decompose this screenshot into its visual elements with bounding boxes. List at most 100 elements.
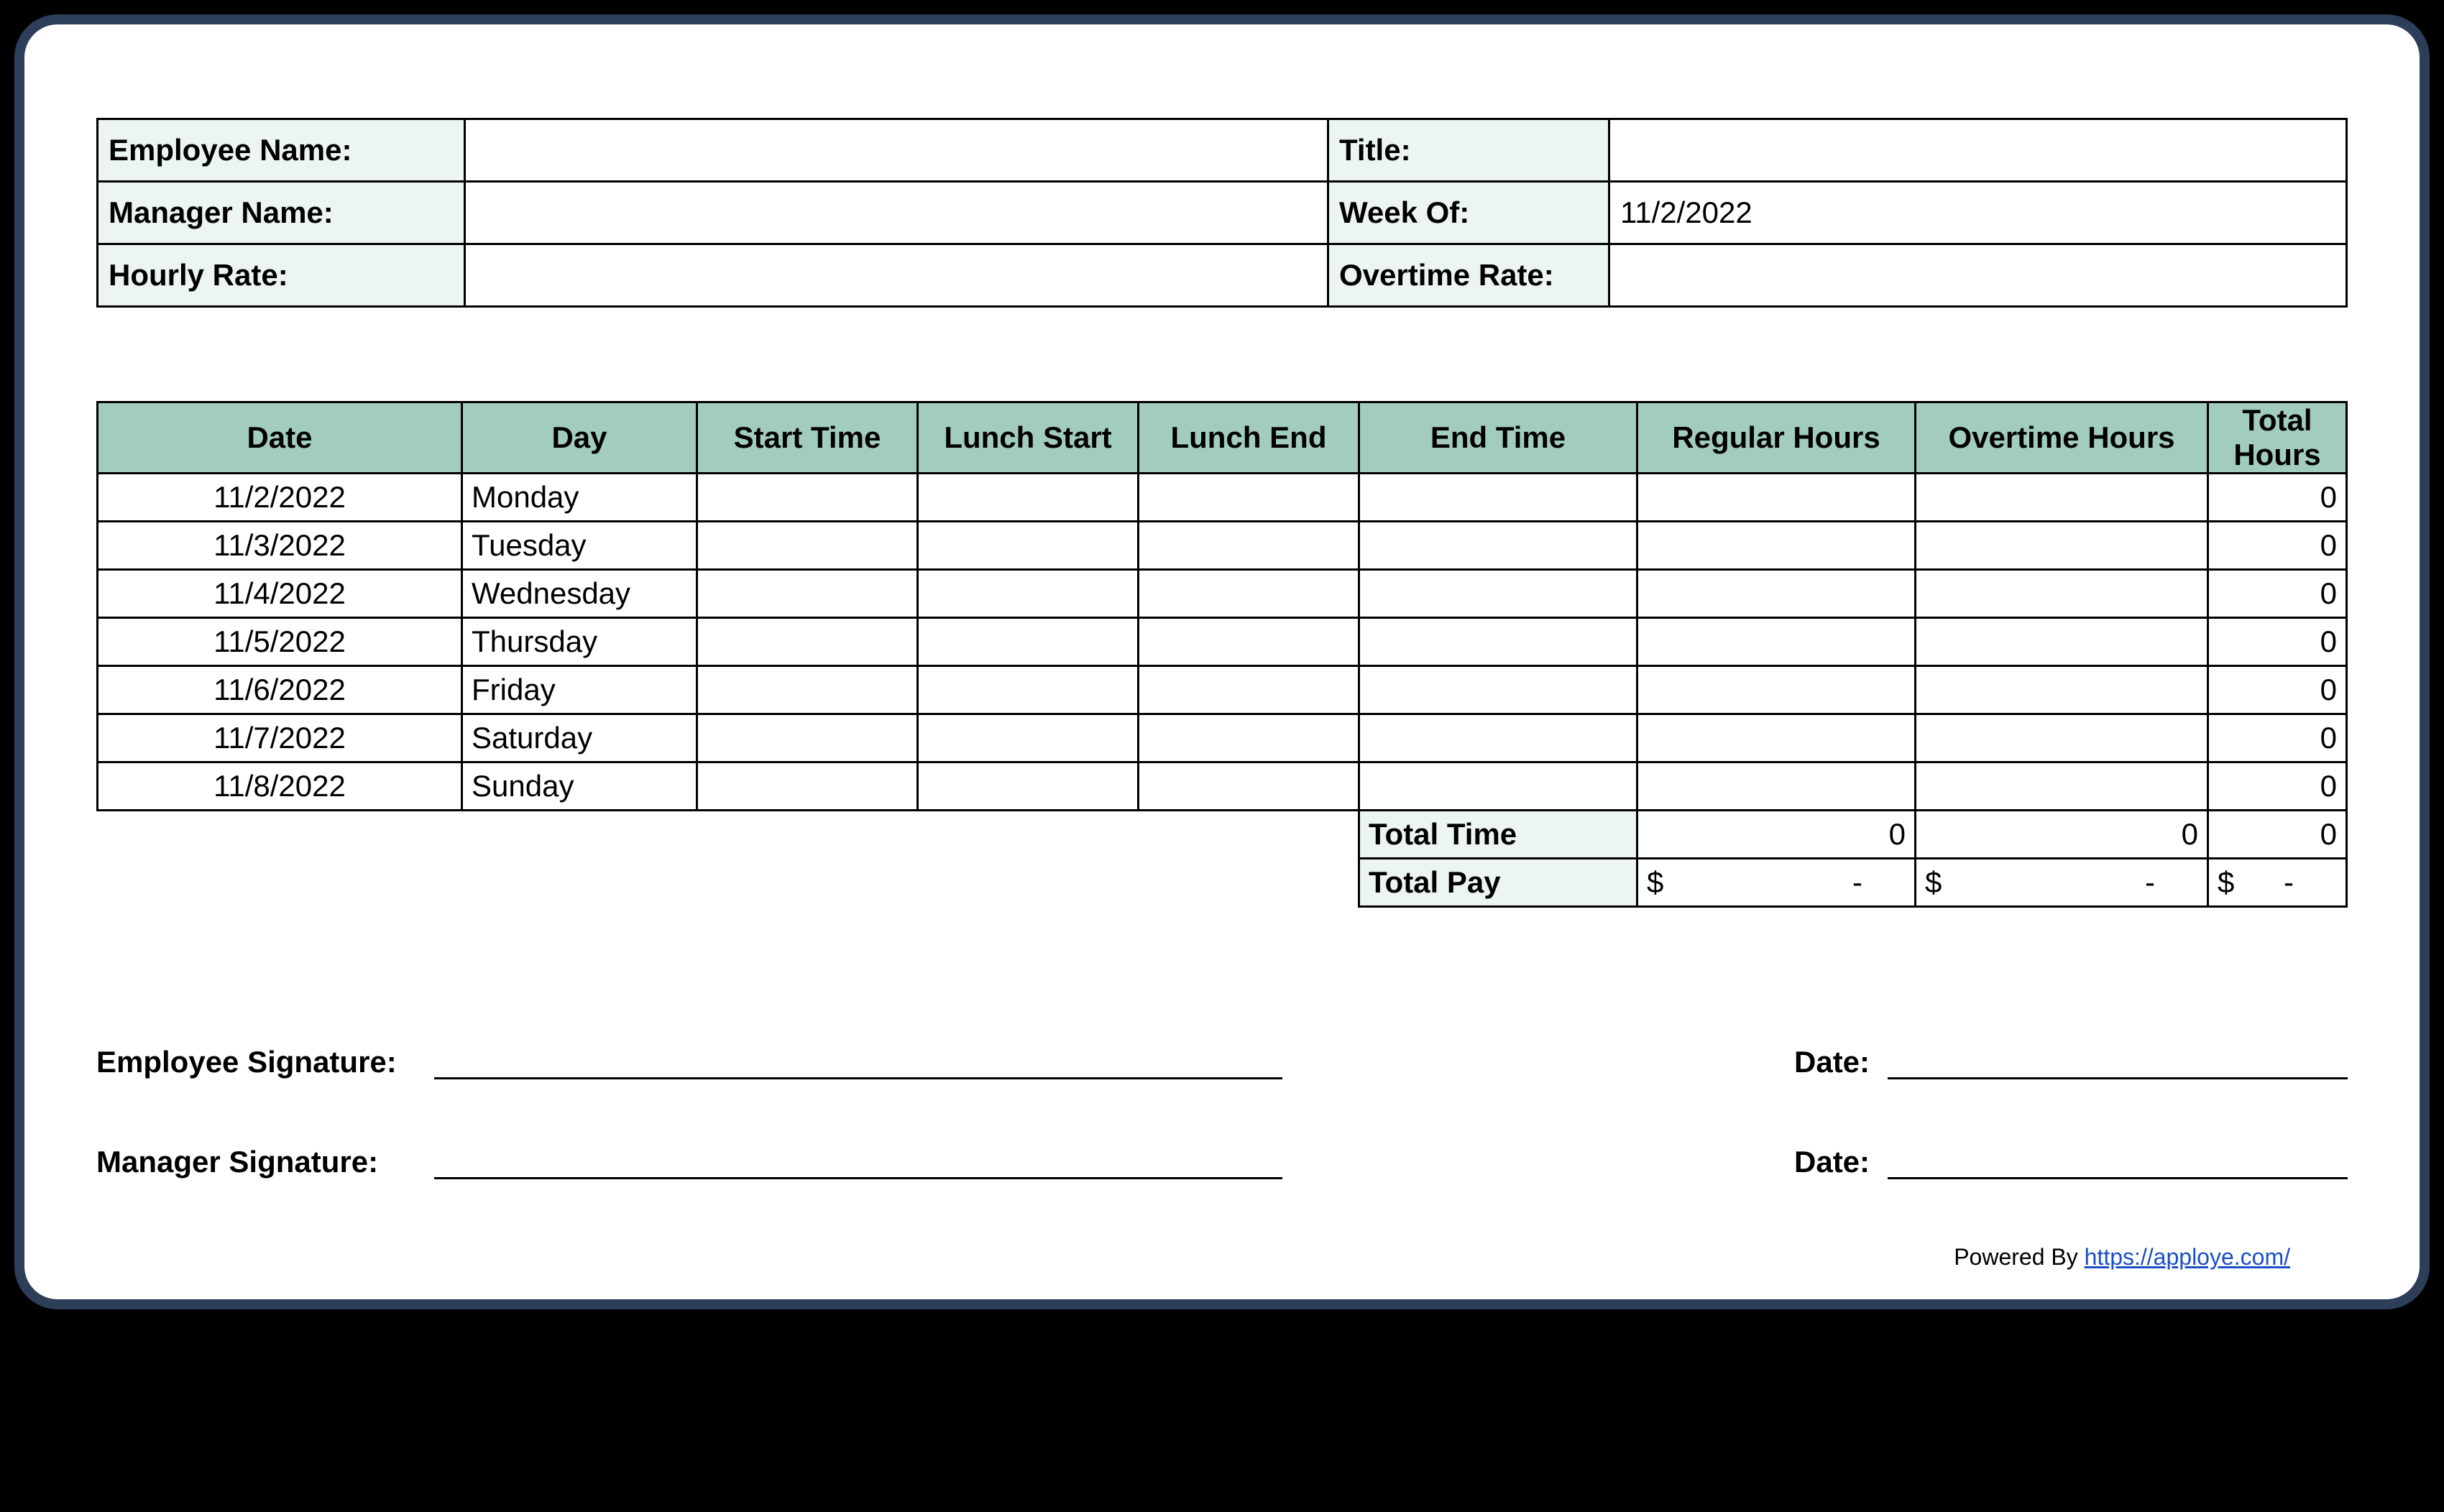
cell-lunch-start[interactable] — [918, 474, 1139, 522]
cell-total-hours: 0 — [2208, 474, 2347, 522]
info-row-2: Manager Name: Week Of: 11/2/2022 — [98, 182, 2347, 244]
cell-end-time[interactable] — [1359, 762, 1637, 811]
footer: Powered By https://apploye.com/ — [96, 1244, 2348, 1271]
manager-signature-line[interactable] — [434, 1144, 1282, 1179]
header-overtime-hours: Overtime Hours — [1916, 402, 2208, 474]
cell-end-time[interactable] — [1359, 474, 1637, 522]
cell-lunch-end[interactable] — [1139, 522, 1359, 570]
powered-by-text: Powered By — [1954, 1244, 2084, 1270]
cell-lunch-start[interactable] — [918, 570, 1139, 618]
total-time-row: Total Time 0 0 0 — [98, 811, 2347, 859]
cell-lunch-start[interactable] — [918, 618, 1139, 666]
cell-day: Sunday — [462, 762, 697, 811]
manager-signature-row: Manager Signature: Date: — [96, 1144, 2348, 1179]
employee-signature-label: Employee Signature: — [96, 1045, 434, 1079]
total-time-regular: 0 — [1637, 811, 1916, 859]
cell-lunch-start[interactable] — [918, 522, 1139, 570]
cell-start-time[interactable] — [697, 570, 918, 618]
cell-end-time[interactable] — [1359, 618, 1637, 666]
timesheet-row: 11/5/2022Thursday0 — [98, 618, 2347, 666]
cell-start-time[interactable] — [697, 762, 918, 811]
cell-lunch-end[interactable] — [1139, 618, 1359, 666]
timesheet-row: 11/4/2022Wednesday 0 — [98, 570, 2347, 618]
cell-lunch-start[interactable] — [918, 762, 1139, 811]
cell-lunch-start[interactable] — [918, 666, 1139, 714]
cell-overtime-hours[interactable] — [1916, 522, 2208, 570]
cell-overtime-hours[interactable] — [1916, 762, 2208, 811]
cell-regular-hours[interactable] — [1637, 570, 1916, 618]
title-value[interactable] — [1609, 119, 2347, 182]
header-day: Day — [462, 402, 697, 474]
cell-day: Friday — [462, 666, 697, 714]
employee-name-value[interactable] — [465, 119, 1328, 182]
cell-date: 11/3/2022 — [98, 522, 462, 570]
cell-regular-hours[interactable] — [1637, 618, 1916, 666]
cell-lunch-end[interactable] — [1139, 666, 1359, 714]
cell-day: Wednesday — [462, 570, 697, 618]
cell-lunch-end[interactable] — [1139, 474, 1359, 522]
timesheet-row: 11/8/2022Sunday0 — [98, 762, 2347, 811]
employee-signature-line[interactable] — [434, 1044, 1282, 1079]
cell-lunch-start[interactable] — [918, 714, 1139, 762]
cell-start-time[interactable] — [697, 618, 918, 666]
cell-date: 11/7/2022 — [98, 714, 462, 762]
cell-overtime-hours[interactable] — [1916, 570, 2208, 618]
cell-regular-hours[interactable] — [1637, 522, 1916, 570]
timesheet-document: Employee Name: Title: Manager Name: Week… — [14, 14, 2430, 1309]
cell-date: 11/4/2022 — [98, 570, 462, 618]
cell-regular-hours[interactable] — [1637, 762, 1916, 811]
cell-total-hours: 0 — [2208, 666, 2347, 714]
header-lunch-start: Lunch Start — [918, 402, 1139, 474]
cell-start-time[interactable] — [697, 522, 918, 570]
apploye-link[interactable]: https://apploye.com/ — [2085, 1244, 2290, 1270]
timesheet-header-row: Date Day Start Time Lunch Start Lunch En… — [98, 402, 2347, 474]
cell-date: 11/2/2022 — [98, 474, 462, 522]
cell-end-time[interactable] — [1359, 666, 1637, 714]
hourly-rate-label: Hourly Rate: — [98, 244, 465, 307]
cell-overtime-hours[interactable] — [1916, 474, 2208, 522]
cell-overtime-hours[interactable] — [1916, 618, 2208, 666]
timesheet-table: Date Day Start Time Lunch Start Lunch En… — [96, 401, 2348, 908]
cell-lunch-end[interactable] — [1139, 762, 1359, 811]
cell-date: 11/6/2022 — [98, 666, 462, 714]
employee-name-label: Employee Name: — [98, 119, 465, 182]
overtime-rate-value[interactable] — [1609, 244, 2347, 307]
cell-end-time[interactable] — [1359, 714, 1637, 762]
total-pay-regular: $- — [1637, 859, 1916, 907]
header-total-hours: Total Hours — [2208, 402, 2347, 474]
cell-overtime-hours[interactable] — [1916, 666, 2208, 714]
header-regular-hours: Regular Hours — [1637, 402, 1916, 474]
cell-end-time[interactable] — [1359, 570, 1637, 618]
overtime-rate-label: Overtime Rate: — [1328, 244, 1609, 307]
employee-date-label: Date: — [1794, 1045, 1888, 1079]
timesheet-row: 11/7/2022Saturday 0 — [98, 714, 2347, 762]
cell-total-hours: 0 — [2208, 714, 2347, 762]
cell-start-time[interactable] — [697, 714, 918, 762]
total-time-label: Total Time — [1359, 811, 1637, 859]
cell-lunch-end[interactable] — [1139, 570, 1359, 618]
hourly-rate-value[interactable] — [465, 244, 1328, 307]
cell-day: Monday — [462, 474, 697, 522]
total-pay-overtime: $- — [1916, 859, 2208, 907]
manager-date-line[interactable] — [1888, 1144, 2348, 1179]
cell-regular-hours[interactable] — [1637, 666, 1916, 714]
cell-total-hours: 0 — [2208, 618, 2347, 666]
cell-lunch-end[interactable] — [1139, 714, 1359, 762]
cell-regular-hours[interactable] — [1637, 714, 1916, 762]
cell-total-hours: 0 — [2208, 570, 2347, 618]
cell-date: 11/5/2022 — [98, 618, 462, 666]
cell-start-time[interactable] — [697, 666, 918, 714]
manager-date-label: Date: — [1794, 1145, 1888, 1179]
cell-end-time[interactable] — [1359, 522, 1637, 570]
total-time-overtime: 0 — [1916, 811, 2208, 859]
cell-start-time[interactable] — [697, 474, 918, 522]
timesheet-row: 11/2/2022Monday 0 — [98, 474, 2347, 522]
cell-overtime-hours[interactable] — [1916, 714, 2208, 762]
cell-day: Saturday — [462, 714, 697, 762]
employee-date-line[interactable] — [1888, 1044, 2348, 1079]
manager-name-value[interactable] — [465, 182, 1328, 244]
week-of-value[interactable]: 11/2/2022 — [1609, 182, 2347, 244]
employee-signature-row: Employee Signature: Date: — [96, 1044, 2348, 1079]
cell-total-hours: 0 — [2208, 522, 2347, 570]
cell-regular-hours[interactable] — [1637, 474, 1916, 522]
